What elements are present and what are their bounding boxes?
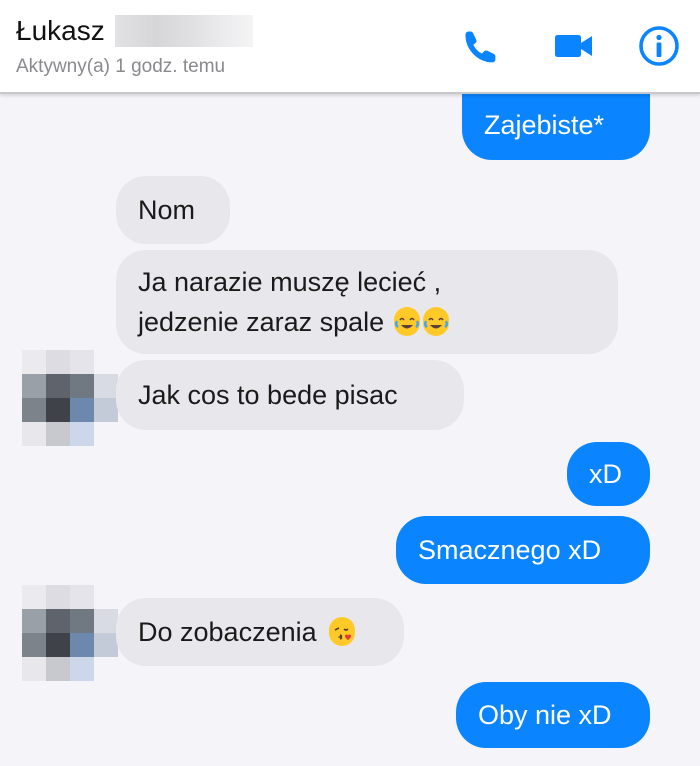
contact-name[interactable]: Łukasz (16, 15, 105, 47)
message-text: Oby nie xD (478, 700, 612, 730)
info-icon[interactable] (637, 24, 681, 68)
sent-message[interactable]: Oby nie xD (456, 682, 650, 748)
message-text: Do zobaczenia (138, 617, 317, 647)
received-message[interactable]: Nom (116, 176, 230, 244)
chat-header: Łukasz Aktywny(a) 1 godz. temu (0, 0, 700, 94)
message-text: Jak cos to bede pisac (138, 380, 398, 410)
received-message[interactable]: Ja narazie muszę lecieć , jedzenie zaraz… (116, 250, 618, 354)
received-message[interactable]: Do zobaczenia (116, 598, 404, 666)
message-text-line-with-emoji: jedzenie zaraz spale (138, 302, 450, 342)
message-text-line: Ja narazie muszę lecieć , (138, 267, 442, 297)
face-blowing-a-kiss-emoji (328, 617, 355, 646)
message-text-line: jedzenie zaraz spale (138, 307, 385, 337)
message-text-block: Ja narazie muszę lecieć , jedzenie zaraz… (138, 262, 450, 342)
message-text: Nom (138, 195, 196, 225)
phone-icon[interactable] (458, 24, 502, 68)
face-with-tears-of-joy-emoji (423, 307, 450, 336)
redacted-surname (114, 15, 253, 47)
message-text: Zajebiste* (484, 110, 605, 140)
sent-message[interactable]: xD (567, 442, 650, 506)
message-text: Smacznego xD (418, 535, 602, 565)
received-message[interactable]: Jak cos to bede pisac (116, 360, 464, 430)
face-with-tears-of-joy-emoji (394, 307, 421, 336)
message-list[interactable]: Zajebiste* Nom Ja narazie muszę lecieć ,… (0, 90, 700, 766)
video-camera-icon[interactable] (552, 24, 596, 68)
message-text: xD (589, 459, 622, 489)
sent-message[interactable]: Zajebiste* (462, 90, 650, 160)
sent-message[interactable]: Smacznego xD (396, 516, 650, 584)
active-status: Aktywny(a) 1 godz. temu (16, 56, 226, 77)
contact-avatar[interactable] (22, 585, 118, 681)
contact-name-row[interactable]: Łukasz (16, 14, 253, 48)
contact-avatar[interactable] (22, 350, 118, 446)
